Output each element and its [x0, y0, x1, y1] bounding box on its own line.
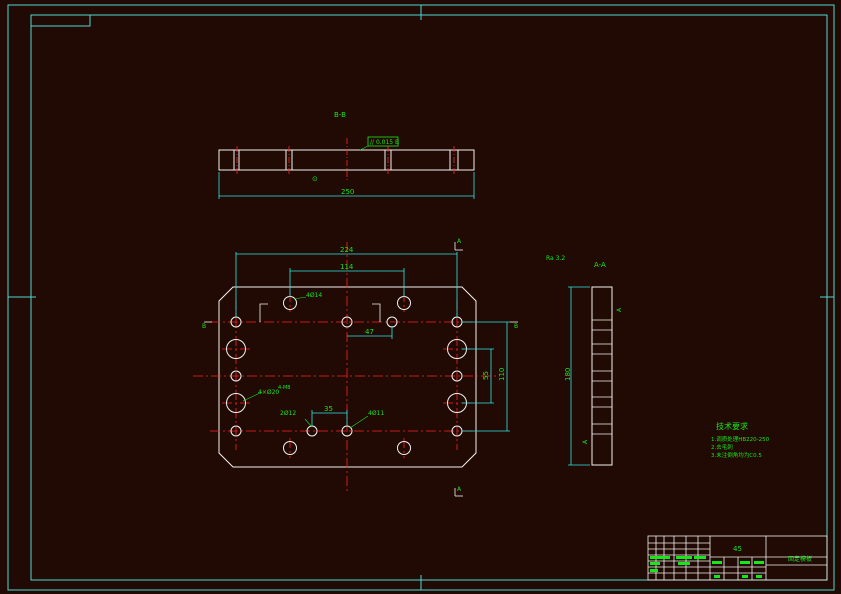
tech-req-line-3: 3.未注倒角均为C0.5 — [711, 451, 762, 459]
depth-mark-bottom: A — [582, 439, 589, 444]
title-block-part-name: 固定模板 — [788, 555, 812, 563]
plan-view: 224 114 47 35 55 110 4Ø14 2Ø12 4Ø11 4×Ø2… — [193, 238, 518, 497]
section-aa-view: A-A Ra 3.2 180 A A — [546, 255, 623, 466]
height-dim-180: 180 — [564, 368, 572, 381]
section-marker-top: A — [457, 238, 462, 245]
technical-requirements: 技术要求 1.调质处理HB220-250 2.去毛刺 3.未注倒角均为C0.5 — [711, 421, 770, 459]
dim-110: 110 — [498, 368, 506, 381]
dim-35: 35 — [324, 405, 333, 413]
tech-req-line-1: 1.调质处理HB220-250 — [711, 435, 770, 443]
cad-drawing-canvas: B-B // 0.015 B ⊙ 250 224 114 47 35 55 11… — [7, 4, 835, 591]
dim-114: 114 — [340, 263, 354, 271]
section-bb-label: B-B — [334, 111, 346, 119]
title-block-material: 45 — [733, 545, 742, 553]
hole-label-top: 4Ø14 — [306, 292, 322, 299]
surface-finish-icon: ⊙ — [312, 175, 318, 183]
tech-req-heading: 技术要求 — [716, 421, 748, 431]
dim-47: 47 — [365, 328, 374, 336]
tolerance-frame-text: // 0.015 B — [370, 139, 399, 146]
section-marker-bottom: A — [457, 486, 462, 493]
title-block: 45 固定模板 — [647, 535, 828, 581]
hole-note-left: 4-M8 — [278, 385, 290, 391]
sheet-border — [7, 4, 835, 591]
width-dim-250: 250 — [341, 188, 354, 196]
hole-label-bottom-left: 2Ø12 — [280, 410, 296, 417]
section-marker-left: B — [202, 323, 206, 330]
hole-label-left: 4×Ø20 — [258, 389, 279, 396]
hole-label-bottom-right: 4Ø11 — [368, 410, 384, 417]
depth-mark-top: A — [616, 307, 623, 312]
section-bb-view: B-B // 0.015 B ⊙ 250 — [218, 111, 475, 199]
surface-roughness-mark: Ra 3.2 — [546, 255, 565, 262]
section-marker-right: B — [514, 323, 518, 330]
dim-55: 55 — [482, 371, 490, 380]
dim-224: 224 — [340, 246, 354, 254]
tech-req-line-2: 2.去毛刺 — [711, 443, 733, 451]
section-aa-label: A-A — [594, 261, 606, 269]
